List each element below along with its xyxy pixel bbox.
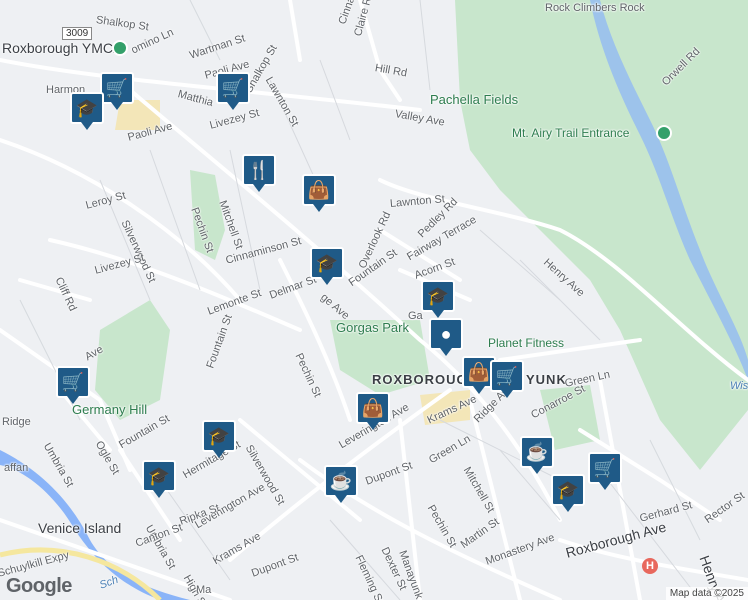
school-icon: 🎓 [315, 252, 339, 273]
hospital-icon[interactable]: H [642, 558, 658, 574]
marker-restaurant[interactable]: 🍴 [242, 154, 276, 194]
restaurant-icon: 🍴 [247, 159, 271, 180]
marker-shopping-cart[interactable]: 🛒 [100, 72, 134, 112]
marker-school[interactable]: 🎓 [551, 474, 585, 514]
school-icon: 🎓 [75, 97, 99, 118]
shopping-cart-icon: 🛒 [61, 371, 85, 392]
marker-fitness[interactable]: ● [429, 318, 463, 358]
place-label: affan [4, 462, 29, 474]
ymca-icon[interactable] [112, 40, 128, 56]
park-label[interactable]: Pachella Fields [430, 92, 518, 107]
marker-shopping-cart[interactable]: 🛒 [588, 452, 622, 492]
park-label[interactable]: Gorgas Park [336, 320, 409, 335]
cafe-icon: ☕ [525, 441, 549, 462]
marker-school[interactable]: 🎓 [70, 92, 104, 132]
water-label: Wiss [730, 380, 748, 392]
poi-label-ymca[interactable]: Roxborough YMCA [2, 40, 122, 56]
route-badge: 3009 [62, 27, 93, 40]
shopping-cart-icon: 🛒 [593, 457, 617, 478]
shopping-bag-icon: 👜 [307, 179, 331, 200]
poi-label[interactable]: Rock Climbers Rock [545, 2, 645, 14]
marker-shopping-cart[interactable]: 🛒 [216, 72, 250, 112]
shopping-bag-icon: 👜 [361, 397, 385, 418]
shopping-cart-icon: 🛒 [495, 365, 519, 386]
marker-shopping-bag[interactable]: 👜 [302, 174, 336, 214]
marker-shopping-bag[interactable]: 👜 [356, 392, 390, 432]
marker-shopping-cart[interactable]: 🛒 [490, 360, 524, 400]
cafe-icon: ☕ [329, 470, 353, 491]
neighborhood-label: YUNK [526, 372, 567, 387]
poi-label[interactable]: Mt. Airy Trail Entrance [512, 126, 629, 140]
google-logo[interactable]: Google [6, 575, 72, 598]
place-label: Ridge [2, 416, 31, 428]
school-icon: 🎓 [207, 425, 231, 446]
marker-school[interactable]: 🎓 [202, 420, 236, 460]
marker-cafe[interactable]: ☕ [520, 436, 554, 476]
shopping-cart-icon: 🛒 [105, 77, 129, 98]
place-label: Venice Island [38, 520, 122, 536]
map-canvas[interactable]: Shalkop St 3009 Roxborough YMCA Harmon o… [0, 0, 748, 600]
map-attribution[interactable]: Map data ©2025 [665, 587, 748, 600]
marker-school[interactable]: 🎓 [310, 247, 344, 287]
poi-label[interactable]: Planet Fitness [488, 336, 564, 350]
school-icon: 🎓 [556, 479, 580, 500]
marker-shopping-cart[interactable]: 🛒 [56, 366, 90, 406]
marker-school[interactable]: 🎓 [142, 460, 176, 500]
school-icon: 🎓 [147, 465, 171, 486]
fitness-icon: ● [440, 323, 452, 344]
marker-cafe[interactable]: ☕ [324, 465, 358, 505]
marker-school[interactable]: 🎓 [421, 280, 455, 320]
trail-icon[interactable] [656, 125, 672, 141]
shopping-cart-icon: 🛒 [221, 77, 245, 98]
shopping-bag-icon: 👜 [467, 361, 491, 382]
street-label: Ma [196, 584, 212, 596]
school-icon: 🎓 [426, 285, 450, 306]
